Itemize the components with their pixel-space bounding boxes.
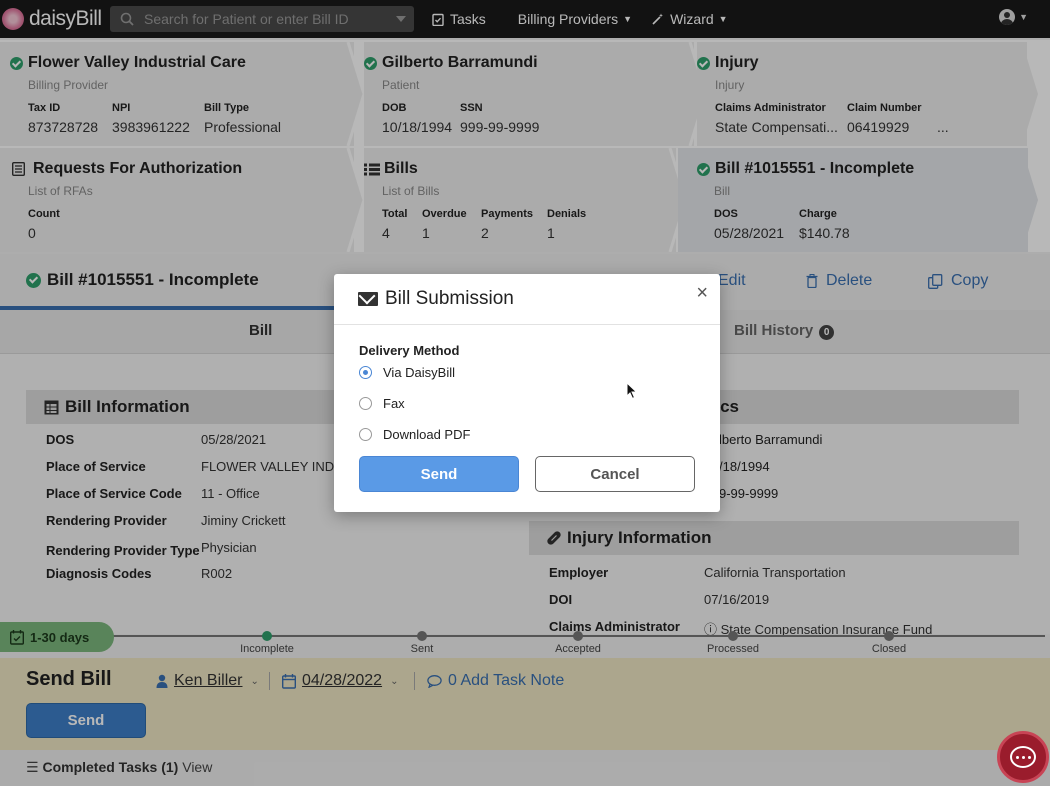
modal-title: Bill Submission xyxy=(385,288,514,309)
radio-button[interactable] xyxy=(359,397,372,410)
close-button[interactable]: × xyxy=(696,282,708,305)
radio-button[interactable] xyxy=(359,366,372,379)
mouse-cursor-icon xyxy=(626,382,638,400)
radio-button[interactable] xyxy=(359,428,372,441)
delivery-option-fax[interactable]: Fax xyxy=(359,393,720,414)
delivery-option-download-pdf[interactable]: Download PDF xyxy=(359,424,720,445)
delivery-option-daisybill[interactable]: Via DaisyBill xyxy=(359,362,720,383)
send-button[interactable]: Send xyxy=(359,456,519,492)
cancel-button[interactable]: Cancel xyxy=(535,456,695,492)
envelope-icon xyxy=(358,292,378,306)
bill-submission-modal: Bill Submission × Delivery Method Via Da… xyxy=(334,274,720,512)
chat-bubble-icon xyxy=(1010,746,1036,768)
delivery-method-label: Delivery Method xyxy=(359,343,460,358)
chat-button[interactable] xyxy=(997,731,1049,783)
